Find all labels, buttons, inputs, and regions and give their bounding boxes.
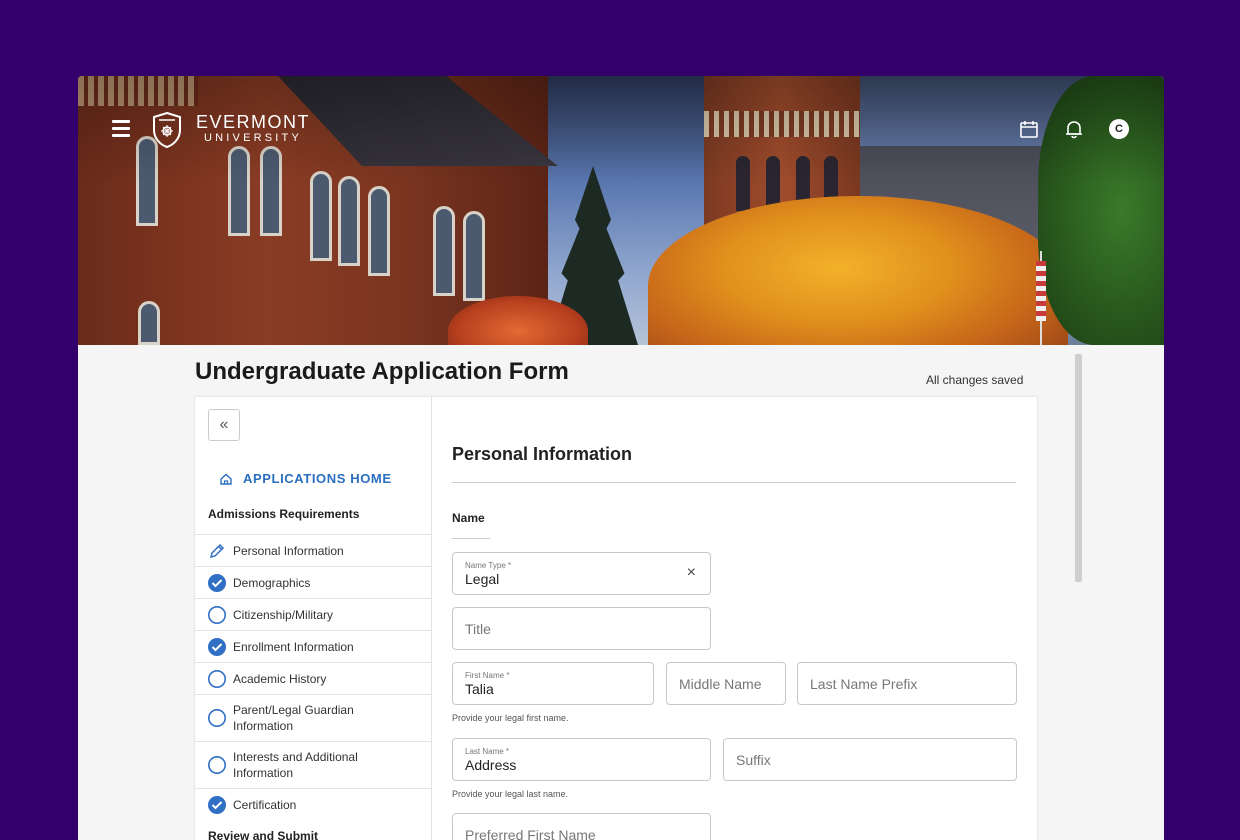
save-status: All changes saved — [926, 373, 1024, 387]
step-academic-history[interactable]: Academic History — [195, 662, 432, 694]
step-certification[interactable]: Certification — [195, 788, 432, 820]
first-name-helper: Provide your legal first name. — [452, 713, 569, 723]
step-label: Certification — [233, 797, 297, 812]
app-window: EVERMONT UNIVERSITY C Undergraduate Appl… — [78, 76, 1164, 840]
name-type-label: Name Type * — [465, 561, 512, 570]
step-label: Academic History — [233, 671, 327, 686]
hero-banner: EVERMONT UNIVERSITY C — [78, 76, 1164, 345]
personal-information-form: Personal Information Name Name Type * Le… — [433, 397, 1037, 840]
logo-line-1: EVERMONT — [196, 112, 311, 132]
last-name-prefix-field[interactable]: Last Name Prefix — [797, 662, 1017, 705]
middle-name-field[interactable]: Middle Name — [666, 662, 786, 705]
preferred-first-name-field[interactable]: Preferred First Name — [452, 813, 711, 840]
step-label: Parent/Legal Guardian Information — [233, 703, 354, 733]
name-type-value: Legal — [465, 571, 500, 587]
suffix-placeholder: Suffix — [736, 752, 771, 768]
last-name-helper: Provide your legal last name. — [452, 789, 569, 799]
application-panel: « APPLICATIONS HOME Admissions Requireme… — [195, 397, 1037, 840]
step-enrollment-information[interactable]: Enrollment Information — [195, 630, 432, 662]
home-icon — [220, 473, 232, 485]
step-label: Citizenship/Military — [233, 607, 334, 622]
user-avatar[interactable]: C — [1109, 119, 1129, 139]
step-interests[interactable]: Interests and Additional Information — [195, 741, 432, 788]
requirements-steps: Personal Information Demographics Citize… — [195, 534, 432, 820]
university-logo-text: EVERMONT UNIVERSITY — [196, 112, 310, 144]
step-label: Enrollment Information — [233, 639, 354, 654]
university-shield-icon — [153, 112, 181, 148]
pencil-icon — [209, 543, 225, 558]
empty-circle-icon — [208, 756, 226, 774]
applications-home-label: APPLICATIONS HOME — [243, 471, 392, 486]
last-name-field[interactable]: Last Name * Address — [452, 738, 711, 781]
collapse-sidebar-button[interactable]: « — [208, 409, 240, 441]
empty-circle-icon — [208, 605, 226, 624]
last-name-label: Last Name * — [465, 747, 510, 756]
last-name-prefix-placeholder: Last Name Prefix — [810, 676, 918, 692]
step-label: Demographics — [233, 575, 311, 590]
middle-name-placeholder: Middle Name — [679, 676, 762, 692]
step-personal-information[interactable]: Personal Information — [195, 534, 432, 566]
page-title: Undergraduate Application Form — [195, 358, 569, 385]
subsection-title: Name — [452, 511, 485, 525]
requirements-sidebar: « APPLICATIONS HOME Admissions Requireme… — [195, 397, 432, 840]
requirements-title: Admissions Requirements — [208, 507, 360, 521]
first-name-field[interactable]: First Name * Talia — [452, 662, 654, 705]
title-field[interactable]: Title — [452, 607, 711, 650]
bell-icon[interactable] — [1063, 118, 1085, 140]
step-parent-guardian[interactable]: Parent/Legal Guardian Information — [195, 694, 432, 741]
name-type-select[interactable]: Name Type * Legal × — [452, 552, 711, 595]
preferred-first-name-placeholder: Preferred First Name — [465, 827, 596, 840]
empty-circle-icon — [208, 709, 226, 727]
subsection-divider — [452, 538, 490, 539]
section-title: Personal Information — [452, 444, 633, 464]
suffix-field[interactable]: Suffix — [723, 738, 1017, 781]
applications-home-link[interactable]: APPLICATIONS HOME — [219, 471, 392, 486]
calendar-icon[interactable] — [1018, 118, 1040, 140]
step-label: Interests and Additional Information — [233, 750, 358, 780]
empty-circle-icon — [208, 669, 226, 688]
check-circle-icon — [208, 637, 226, 656]
first-name-label: First Name * — [465, 671, 510, 680]
hamburger-icon[interactable] — [112, 120, 132, 138]
review-submit-title[interactable]: Review and Submit — [208, 829, 318, 840]
first-name-value: Talia — [465, 681, 494, 697]
clear-icon[interactable]: × — [687, 564, 696, 582]
last-name-value: Address — [465, 757, 517, 773]
title-placeholder: Title — [465, 621, 491, 637]
check-circle-icon — [208, 573, 226, 592]
step-label: Personal Information — [233, 543, 344, 558]
step-demographics[interactable]: Demographics — [195, 566, 432, 598]
step-citizenship-military[interactable]: Citizenship/Military — [195, 598, 432, 630]
logo-line-2: UNIVERSITY — [204, 132, 303, 144]
check-circle-icon — [208, 795, 226, 814]
scrollbar-thumb[interactable] — [1075, 354, 1082, 582]
section-divider — [452, 482, 1016, 483]
